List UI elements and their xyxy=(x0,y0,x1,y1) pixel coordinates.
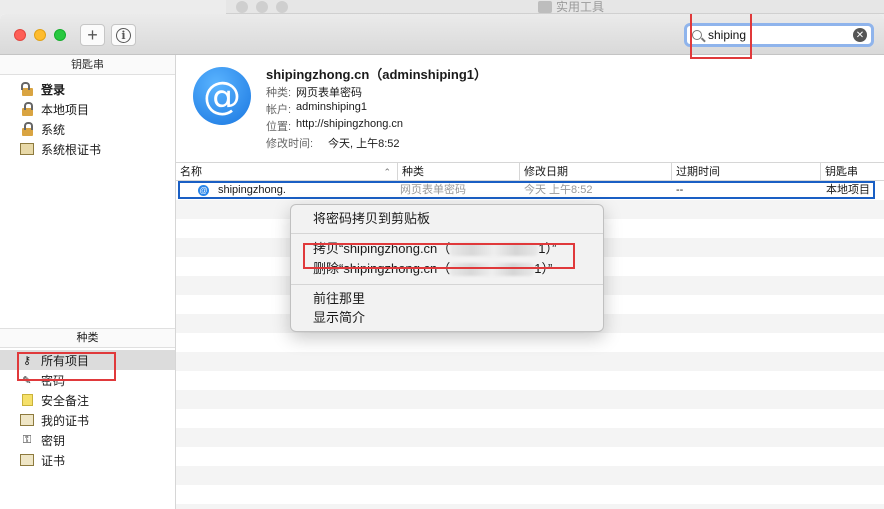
lock-icon xyxy=(20,101,34,116)
menu-separator xyxy=(291,233,603,234)
sidebar-item-system-roots[interactable]: 系统根证书 xyxy=(0,139,175,159)
item-title: shipingzhong.cn（adminshiping1） xyxy=(266,67,487,82)
categories-header: 种类 xyxy=(0,328,175,348)
column-header-modified[interactable]: 修改日期 xyxy=(520,163,672,181)
column-label: 种类 xyxy=(402,166,424,178)
detail-label: 帐户: xyxy=(266,104,292,116)
sort-ascending-icon: ⌃ xyxy=(383,167,391,177)
detail-value: 网页表单密码 xyxy=(296,87,362,99)
web-form-password-icon: @ xyxy=(198,185,209,196)
table-row[interactable]: @ shipingzhong. 网页表单密码 今天 上午8:52 -- 本地项目 xyxy=(178,181,875,199)
detail-value: adminshiping1 xyxy=(296,101,367,113)
sidebar-item-label: 证书 xyxy=(41,453,66,468)
web-form-password-icon: @ xyxy=(193,67,251,125)
zoom-button[interactable] xyxy=(54,29,66,41)
certificate-icon xyxy=(20,453,34,467)
key-icon: ⚿ xyxy=(22,433,32,446)
row-keychain: 本地项目 xyxy=(826,184,870,196)
column-label: 过期时间 xyxy=(676,166,720,178)
column-label: 修改日期 xyxy=(524,166,568,178)
highlight-box-delete xyxy=(303,243,575,269)
highlight-box-all-items xyxy=(17,352,116,381)
row-expires: -- xyxy=(676,184,684,196)
certificate-icon xyxy=(20,413,34,427)
row-name: shipingzhong. xyxy=(218,184,286,196)
detail-modified: 修改时间: 今天, 上午8:52 xyxy=(266,135,400,151)
detail-kind: 种类: 网页表单密码 xyxy=(266,84,362,100)
sidebar-item-system[interactable]: 系统 xyxy=(0,119,175,139)
lock-icon xyxy=(20,121,34,136)
sidebar-item-label: 系统根证书 xyxy=(41,142,102,157)
bg-max-dot xyxy=(276,1,288,13)
menu-item-copy-password[interactable]: 将密码拷贝到剪贴板 xyxy=(313,209,430,229)
sidebar: 钥匙串 登录 本地项目 系统 系统根证书 种类 ⚷ 所有项目 ✎ 密码 安全备注… xyxy=(0,55,176,509)
sidebar-item-local-items[interactable]: 本地项目 xyxy=(0,99,175,119)
add-item-button[interactable]: + xyxy=(80,24,105,46)
bg-min-dot xyxy=(256,1,268,13)
detail-value: http://shipingzhong.cn xyxy=(296,118,404,130)
column-header-kind[interactable]: 种类 xyxy=(398,163,520,181)
sidebar-item-keys[interactable]: ⚿ 密钥 xyxy=(0,430,175,450)
item-detail: @ shipingzhong.cn（adminshiping1） 种类: 网页表… xyxy=(176,55,884,162)
clear-search-icon[interactable]: ✕ xyxy=(853,28,867,42)
categories-section: 种类 ⚷ 所有项目 ✎ 密码 安全备注 我的证书 ⚿ 密钥 证书 xyxy=(0,328,175,470)
background-window: 实用工具 xyxy=(226,0,884,14)
column-label: 名称 xyxy=(180,166,202,178)
keychain-access-window: + i shiping ✕ 钥匙串 登录 本地项目 系统 系统根证书 种类 ⚷ … xyxy=(0,14,884,509)
keychains-header: 钥匙串 xyxy=(0,55,175,75)
sidebar-item-secure-notes[interactable]: 安全备注 xyxy=(0,390,175,410)
sidebar-item-label: 我的证书 xyxy=(41,413,90,428)
sidebar-item-certificates[interactable]: 证书 xyxy=(0,450,175,470)
table-header: 名称 ⌃ 种类 修改日期 过期时间 钥匙串 xyxy=(176,162,884,181)
detail-label: 修改时间: xyxy=(266,138,314,150)
column-header-expires[interactable]: 过期时间 xyxy=(672,163,821,181)
detail-account: 帐户: adminshiping1 xyxy=(266,101,367,117)
row-kind: 网页表单密码 xyxy=(400,184,466,196)
background-window-title: 实用工具 xyxy=(538,0,604,15)
bg-title-text: 实用工具 xyxy=(556,0,605,14)
sidebar-item-label: 登录 xyxy=(41,82,66,97)
column-header-name[interactable]: 名称 ⌃ xyxy=(176,163,398,181)
sidebar-item-label: 本地项目 xyxy=(41,102,90,117)
certificate-cabinet-icon xyxy=(20,142,34,156)
column-label: 钥匙串 xyxy=(825,166,858,178)
column-header-keychain[interactable]: 钥匙串 xyxy=(821,163,884,181)
detail-label: 种类: xyxy=(266,87,292,99)
sidebar-item-label: 系统 xyxy=(41,122,66,137)
menu-item-go-there[interactable]: 前往那里 xyxy=(313,289,365,309)
sidebar-item-my-certificates[interactable]: 我的证书 xyxy=(0,410,175,430)
menu-separator xyxy=(291,284,603,285)
minimize-button[interactable] xyxy=(34,29,46,41)
get-info-button[interactable]: i xyxy=(111,24,136,46)
lock-open-icon xyxy=(20,81,34,96)
detail-value: 今天, 上午8:52 xyxy=(328,138,400,150)
sidebar-item-login[interactable]: 登录 xyxy=(0,79,175,99)
info-icon: i xyxy=(116,27,131,43)
detail-label: 位置: xyxy=(266,121,292,133)
sidebar-item-label: 密钥 xyxy=(41,433,66,448)
sidebar-item-label: 安全备注 xyxy=(41,393,90,408)
detail-where: 位置: http://shipingzhong.cn xyxy=(266,118,403,134)
menu-item-get-info[interactable]: 显示简介 xyxy=(313,308,365,328)
highlight-box-search xyxy=(690,14,752,59)
close-button[interactable] xyxy=(14,29,26,41)
note-icon xyxy=(20,393,34,407)
utilities-folder-icon xyxy=(538,0,552,13)
row-modified: 今天 上午8:52 xyxy=(524,184,593,196)
bg-close-dot xyxy=(236,1,248,13)
